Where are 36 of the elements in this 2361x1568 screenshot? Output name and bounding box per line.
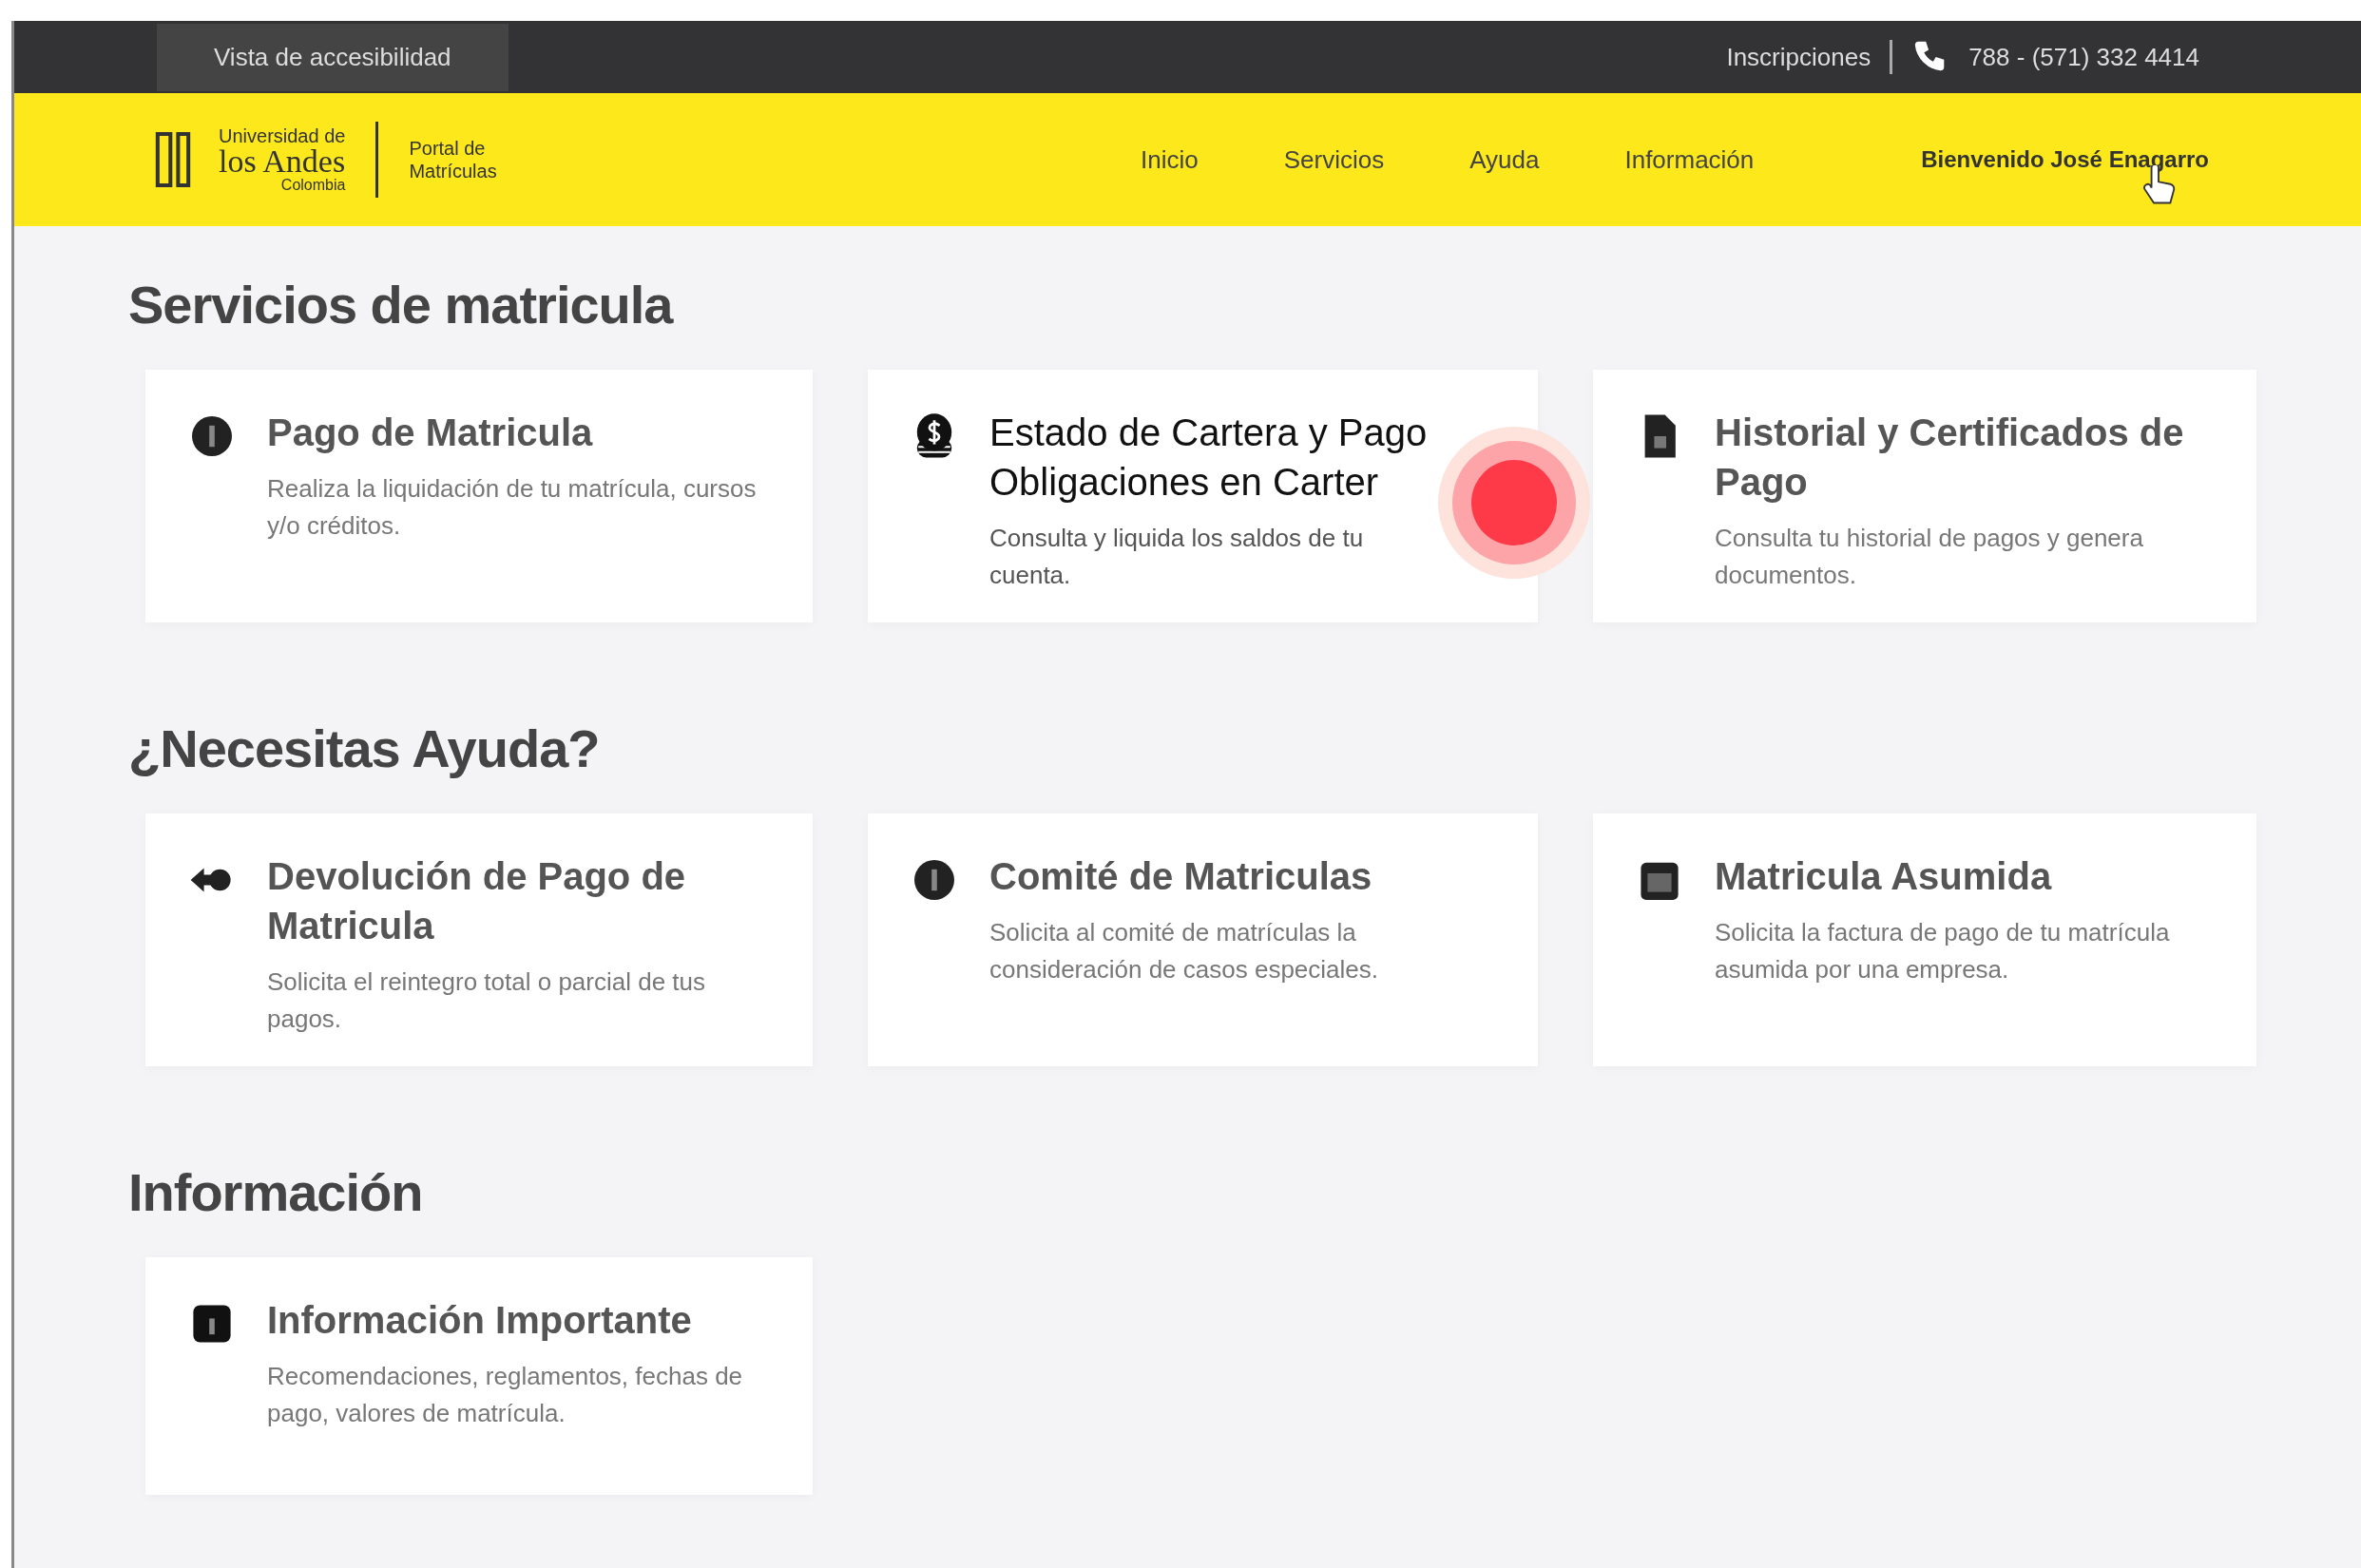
service-card[interactable]: Historial y Certificados de Pago Consulta tu historial de pagos y genera documentos. xyxy=(1593,370,2256,622)
card-title: Pago de Matricula xyxy=(267,411,594,455)
card-title: Matricula Asumida xyxy=(1715,854,2053,899)
logo-text: Universidad de xyxy=(219,126,346,145)
card-title: Estado de Cartera y Pago Obligaciones en Carter xyxy=(989,411,1429,505)
logo-text: los Andes xyxy=(219,145,346,178)
card-description: Consulta y liquida los saldos de tu cuenta. xyxy=(989,523,1365,591)
section-heading: ¿Necesitas Ayuda? xyxy=(128,717,601,779)
card-title: Historial y Certificados de Pago xyxy=(1715,411,2185,505)
card-description: Solicita al comité de matrículas la consideración de casos especiales. xyxy=(989,917,1380,985)
nav-link[interactable]: Ayuda xyxy=(1469,144,1540,175)
logo-text: Colombia xyxy=(280,178,346,193)
nav-link[interactable]: Servicios xyxy=(1283,144,1385,175)
section-heading: Información xyxy=(128,1161,424,1223)
card-description: Consulta tu historial de pagos y genera documentos. xyxy=(1715,523,2144,591)
accessibility-link[interactable]: Vista de accesibilidad xyxy=(157,23,509,91)
nav-link[interactable]: Información xyxy=(1624,144,1755,175)
card-description: Solicita la factura de pago de tu matrícula asumida por una empresa. xyxy=(1715,917,2171,985)
card-title: Devolución de Pago de Matricula xyxy=(267,854,687,948)
service-card[interactable]: Estado de Cartera y Pago Obligaciones en Carter Consulta y liquida los saldos de tu cuenta. xyxy=(868,370,1538,622)
card-description: Recomendaciones, reglamentos, fechas de pago, valores de matrícula. xyxy=(267,1361,744,1429)
phone-number: 788 - (571) 332 4414 xyxy=(1968,42,2199,72)
card-title: Información Importante xyxy=(267,1298,693,1343)
service-card[interactable]: Información Importante Recomendaciones, reglamentos, fechas de pago, valores de matrícula. xyxy=(145,1257,813,1495)
service-card[interactable]: Comité de Matriculas Solicita al comité de matrículas la consideración de casos especiales. xyxy=(868,813,1538,1066)
card-description: Realiza la liquidación de tu matrícula, cursos y/o créditos. xyxy=(267,473,758,542)
nav-link[interactable]: Inicio xyxy=(1141,144,1199,175)
card-title: Comité de Matriculas xyxy=(989,854,1373,899)
card-description: Solicita el reintegro total o parcial de tus pagos. xyxy=(267,966,707,1035)
register-link[interactable]: Inscripciones xyxy=(1726,42,1872,72)
portal-name: Portal de Matrículas xyxy=(409,137,498,182)
service-card[interactable]: Devolución de Pago de Matricula Solicita el reintegro total o parcial de tus pagos. xyxy=(145,813,813,1066)
user-menu[interactable]: Bienvenido José Enagarro xyxy=(1921,146,2209,172)
service-card[interactable]: Pago de Matricula Realiza la liquidación de tu matrícula, cursos y/o créditos. xyxy=(145,370,813,622)
section-heading: Servicios de matricula xyxy=(128,274,675,335)
service-card[interactable]: Matricula Asumida Solicita la factura de pago de tu matrícula asumida por una empresa. xyxy=(1593,813,2256,1066)
